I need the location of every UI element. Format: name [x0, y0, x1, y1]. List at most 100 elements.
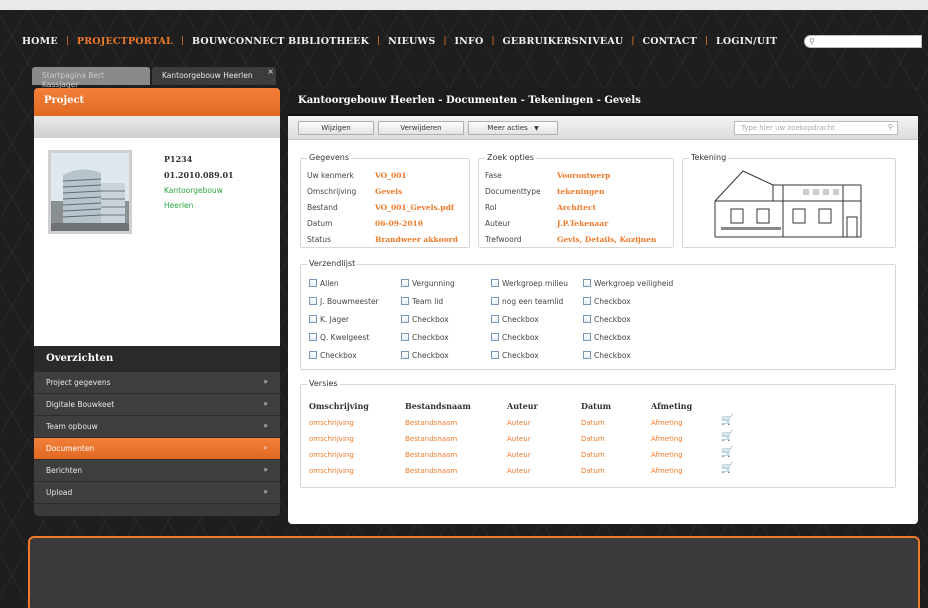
table-cell[interactable]: Afmeting: [651, 435, 683, 443]
checkbox-bouwmeester[interactable]: J. Bouwmeester: [309, 297, 379, 306]
checkbox[interactable]: [309, 315, 317, 323]
checkbox-generic[interactable]: Checkbox: [309, 351, 357, 360]
cart-icon[interactable]: 🛒: [721, 447, 733, 458]
checkbox[interactable]: [401, 297, 409, 305]
checkbox[interactable]: [583, 333, 591, 341]
checkbox-jager[interactable]: K. Jager: [309, 315, 349, 324]
cart-icon[interactable]: 🛒: [721, 415, 733, 426]
checkbox[interactable]: [401, 333, 409, 341]
tab-startpagina[interactable]: Startpagina Bert Kassjager: [32, 67, 150, 89]
checkbox[interactable]: [401, 351, 409, 359]
table-cell[interactable]: Auteur: [507, 419, 531, 427]
checkbox[interactable]: [401, 279, 409, 287]
sidebar-item-upload[interactable]: Upload »: [34, 482, 280, 504]
table-cell[interactable]: Bestandsnaam: [405, 467, 457, 475]
column-header-datum[interactable]: Datum: [581, 401, 611, 411]
field-value[interactable]: J.P.Tekenaar: [557, 219, 608, 228]
checkbox[interactable]: [583, 351, 591, 359]
nav-projectportal[interactable]: PROJECTPORTAL: [77, 36, 173, 47]
sidebar-item-digitale-bouwkeet[interactable]: Digitale Bouwkeet »: [34, 394, 280, 416]
building-thumbnail[interactable]: [48, 150, 132, 234]
checkbox[interactable]: [583, 297, 591, 305]
checkbox-nog-een-teamlid[interactable]: nog een teamlid: [491, 297, 563, 306]
column-header-bestandsnaam[interactable]: Bestandsnaam: [405, 401, 471, 411]
field-value[interactable]: VO_001_Gevels.pdf: [375, 203, 454, 212]
nav-nieuws[interactable]: NIEUWS: [388, 36, 435, 47]
checkbox-allen[interactable]: Allen: [309, 279, 339, 288]
checkbox-generic[interactable]: Checkbox: [583, 351, 631, 360]
checkbox[interactable]: [309, 351, 317, 359]
nav-login[interactable]: LOGIN/UIT: [716, 36, 777, 47]
table-cell[interactable]: omschrijving: [309, 467, 354, 475]
sidebar-item-team-opbouw[interactable]: Team opbouw »: [34, 416, 280, 438]
sidebar-item-berichten[interactable]: Berichten »: [34, 460, 280, 482]
checkbox-generic[interactable]: Checkbox: [401, 315, 449, 324]
tab-kantoorgebouw[interactable]: Kantoorgebouw Heerlen ×: [152, 67, 276, 85]
table-cell[interactable]: Bestandsnaam: [405, 419, 457, 427]
table-cell[interactable]: omschrijving: [309, 435, 354, 443]
checkbox[interactable]: [309, 333, 317, 341]
table-cell[interactable]: omschrijving: [309, 451, 354, 459]
table-cell[interactable]: Datum: [581, 451, 605, 459]
checkbox[interactable]: [491, 333, 499, 341]
close-icon[interactable]: ×: [267, 67, 274, 76]
field-value[interactable]: tekeningen: [557, 187, 604, 196]
checkbox-generic[interactable]: Checkbox: [583, 333, 631, 342]
field-value[interactable]: 06-09-2010: [375, 219, 423, 228]
checkbox-team-lid[interactable]: Team lid: [401, 297, 443, 306]
more-actions-dropdown[interactable]: Meer acties ▼: [468, 121, 558, 135]
checkbox-generic[interactable]: Checkbox: [491, 315, 539, 324]
table-cell[interactable]: Auteur: [507, 451, 531, 459]
edit-button[interactable]: Wijzigen: [298, 121, 374, 135]
checkbox-generic[interactable]: Checkbox: [401, 333, 449, 342]
table-cell[interactable]: Datum: [581, 419, 605, 427]
checkbox[interactable]: [583, 315, 591, 323]
table-cell[interactable]: Bestandsnaam: [405, 451, 457, 459]
checkbox-generic[interactable]: Checkbox: [583, 315, 631, 324]
field-value[interactable]: Gevls, Details, Kozijnen: [557, 235, 656, 244]
checkbox[interactable]: [491, 297, 499, 305]
table-cell[interactable]: Datum: [581, 467, 605, 475]
table-cell[interactable]: Bestandsnaam: [405, 435, 457, 443]
nav-contact[interactable]: CONTACT: [642, 36, 696, 47]
field-value[interactable]: VO_001: [375, 171, 407, 180]
table-cell[interactable]: Auteur: [507, 435, 531, 443]
field-value[interactable]: Brandweer akkoord: [375, 235, 458, 244]
column-header-auteur[interactable]: Auteur: [507, 401, 538, 411]
field-value[interactable]: Architect: [557, 203, 596, 212]
table-cell[interactable]: Datum: [581, 435, 605, 443]
table-cell[interactable]: Afmeting: [651, 451, 683, 459]
table-cell[interactable]: omschrijving: [309, 419, 354, 427]
checkbox-vergunning[interactable]: Vergunning: [401, 279, 455, 288]
drawing-preview[interactable]: [713, 165, 863, 243]
project-name[interactable]: Kantoorgebouw: [164, 186, 234, 195]
top-search-input[interactable]: ⚲: [804, 35, 922, 48]
column-header-afmeting[interactable]: Afmeting: [651, 401, 692, 411]
checkbox-generic[interactable]: Checkbox: [401, 351, 449, 360]
nav-bibliotheek[interactable]: BOUWCONNECT BIBLIOTHEEK: [192, 36, 369, 47]
project-city[interactable]: Heerlen: [164, 201, 234, 210]
checkbox[interactable]: [491, 351, 499, 359]
column-header-omschrijving[interactable]: Omschrijving: [309, 401, 369, 411]
checkbox[interactable]: [491, 279, 499, 287]
table-cell[interactable]: Afmeting: [651, 419, 683, 427]
checkbox[interactable]: [491, 315, 499, 323]
table-cell[interactable]: Auteur: [507, 467, 531, 475]
sidebar-item-project-gegevens[interactable]: Project gegevens »: [34, 372, 280, 394]
table-cell[interactable]: Afmeting: [651, 467, 683, 475]
document-search-input[interactable]: Type hier uw zoekopdracht ⚲: [734, 121, 898, 135]
field-value[interactable]: Gevels: [375, 187, 402, 196]
checkbox-kwelgeest[interactable]: Q. Kwelgeest: [309, 333, 369, 342]
nav-home[interactable]: HOME: [22, 36, 58, 47]
checkbox-werkgroep-milieu[interactable]: Werkgroep milieu: [491, 279, 568, 288]
cart-icon[interactable]: 🛒: [721, 463, 733, 474]
checkbox-generic[interactable]: Checkbox: [583, 297, 631, 306]
checkbox-generic[interactable]: Checkbox: [491, 351, 539, 360]
checkbox-generic[interactable]: Checkbox: [491, 333, 539, 342]
delete-button[interactable]: Verwijderen: [378, 121, 464, 135]
field-value[interactable]: Voorontwerp: [557, 171, 610, 180]
checkbox[interactable]: [309, 297, 317, 305]
cart-icon[interactable]: 🛒: [721, 431, 733, 442]
nav-gebruikersniveau[interactable]: GEBRUIKERSNIVEAU: [503, 36, 624, 47]
checkbox[interactable]: [583, 279, 591, 287]
